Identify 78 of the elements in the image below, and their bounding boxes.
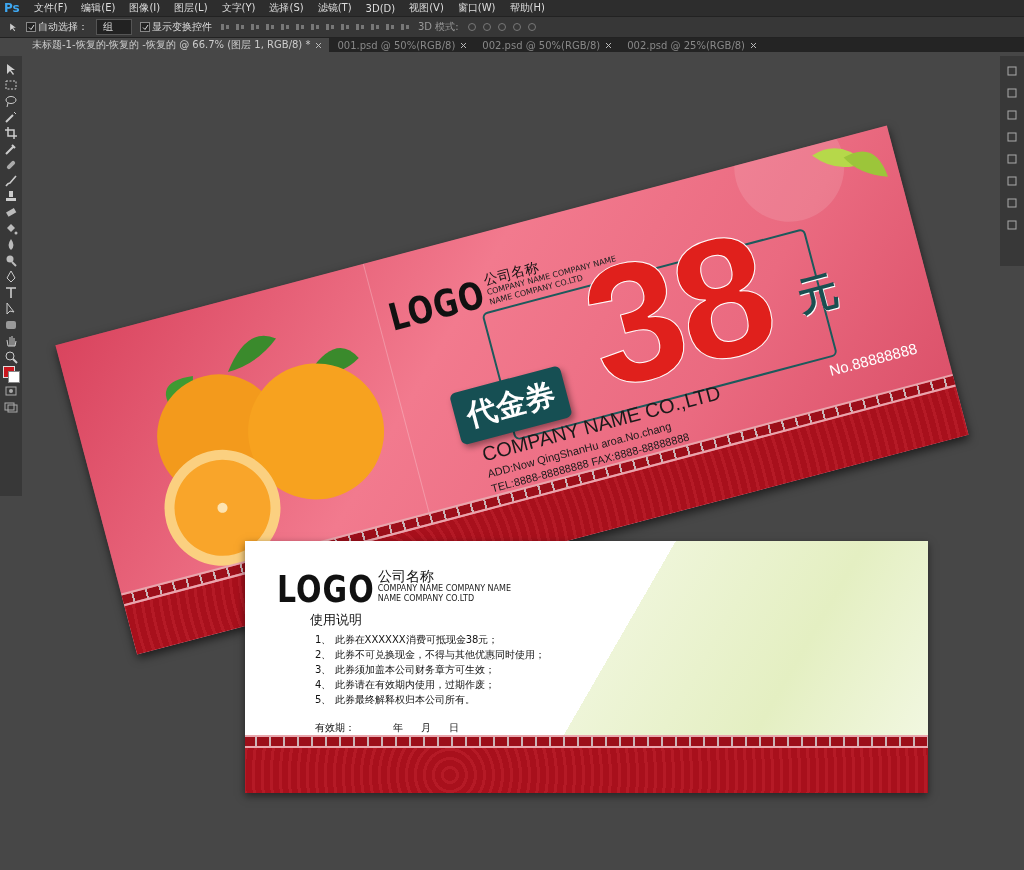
3d-control-icon[interactable]: [511, 22, 522, 32]
document-tab[interactable]: 001.psd @ 50%(RGB/8): [329, 38, 475, 52]
menu-item[interactable]: 图像(I): [129, 1, 161, 15]
checkbox[interactable]: [26, 22, 36, 32]
document-tab[interactable]: 002.psd @ 50%(RGB/8): [474, 38, 620, 52]
company-name: 公司名称: [377, 569, 435, 584]
brush-tool-icon[interactable]: [4, 174, 18, 188]
align-icon[interactable]: [385, 22, 395, 32]
wand-tool-icon[interactable]: [4, 110, 18, 124]
pointer-tool-icon[interactable]: [4, 302, 18, 316]
color-swatches[interactable]: [3, 366, 19, 382]
close-icon[interactable]: [461, 42, 467, 48]
quick-mask-icon[interactable]: [4, 384, 18, 398]
screen-mode-icon[interactable]: [4, 400, 18, 414]
instruction-line: 4、 此券请在有效期内使用，过期作废；: [315, 678, 496, 692]
checkbox-label: 自动选择：: [38, 20, 88, 34]
menu-item[interactable]: 图层(L): [174, 1, 208, 15]
align-icon[interactable]: [220, 22, 230, 32]
align-icon[interactable]: [400, 22, 410, 32]
menu-item[interactable]: 文字(Y): [221, 1, 256, 15]
align-icon[interactable]: [370, 22, 380, 32]
dodge-tool-icon[interactable]: [4, 254, 18, 268]
3d-control-icon[interactable]: [466, 22, 477, 32]
document-tab[interactable]: 002.psd @ 25%(RGB/8): [619, 38, 765, 52]
logo-text: LOGO: [277, 569, 375, 608]
close-icon[interactable]: [606, 42, 612, 48]
align-icon[interactable]: [355, 22, 365, 32]
marquee-tool-icon[interactable]: [4, 78, 18, 92]
company-subtitle: NAME COMPANY CO.LTD: [377, 594, 476, 604]
crop-tool-icon[interactable]: [4, 126, 18, 140]
align-icon[interactable]: [280, 22, 290, 32]
close-icon[interactable]: [316, 42, 322, 48]
align-icon[interactable]: [340, 22, 350, 32]
3d-control-icon[interactable]: [496, 22, 507, 32]
menu-item[interactable]: 编辑(E): [81, 1, 116, 15]
validity-label: 有效期：: [315, 721, 355, 735]
3d-control-icon[interactable]: [481, 22, 492, 32]
zoom-tool-icon[interactable]: [4, 350, 18, 364]
move-tool-icon[interactable]: [8, 22, 18, 32]
menu-item[interactable]: 窗口(W): [457, 1, 496, 15]
stamp-tool-icon[interactable]: [4, 190, 18, 204]
checkbox-label: 显示变换控件: [152, 20, 212, 34]
month-label: 月: [421, 721, 431, 735]
app-logo: Ps: [4, 1, 20, 15]
align-icon[interactable]: [250, 22, 260, 32]
menu-item[interactable]: 文件(F): [33, 1, 68, 15]
menu-item[interactable]: 视图(V): [409, 1, 444, 15]
eyedropper-tool-icon[interactable]: [4, 142, 18, 156]
checkbox[interactable]: [140, 22, 150, 32]
instruction-line: 5、 此券最终解释权归本公司所有。: [315, 693, 476, 707]
type-tool-icon[interactable]: [4, 286, 18, 300]
menu-item[interactable]: 滤镜(T): [317, 1, 352, 15]
align-icon[interactable]: [325, 22, 335, 32]
lasso-tool-icon[interactable]: [4, 94, 18, 108]
instruction-line: 2、 此券不可兑换现金，不得与其他优惠同时使用；: [315, 648, 545, 662]
rectangle-tool-icon[interactable]: [4, 318, 18, 332]
menu-item[interactable]: 帮助(H): [509, 1, 545, 15]
day-label: 日: [449, 721, 459, 735]
close-icon[interactable]: [751, 42, 757, 48]
3d-control-icon[interactable]: [526, 22, 537, 32]
menu-item[interactable]: 3D(D): [365, 2, 396, 14]
menu-item[interactable]: 选择(S): [269, 1, 304, 15]
pen-tool-icon[interactable]: [4, 270, 18, 284]
company-subtitle: COMPANY NAME COMPANY NAME: [377, 584, 512, 594]
align-icon[interactable]: [310, 22, 320, 32]
dropdown[interactable]: 组: [96, 19, 132, 35]
align-icon[interactable]: [265, 22, 275, 32]
instructions-title: 使用说明: [310, 611, 362, 629]
year-label: 年: [393, 721, 403, 735]
instruction-line: 1、 此券在XXXXXX消费可抵现金38元；: [315, 633, 500, 647]
eraser-tool-icon[interactable]: [4, 206, 18, 220]
mode-label: 3D 模式:: [418, 20, 459, 34]
hand-tool-icon[interactable]: [4, 334, 18, 348]
align-icon[interactable]: [295, 22, 305, 32]
align-icon[interactable]: [235, 22, 245, 32]
currency-unit: 元: [791, 265, 844, 324]
instruction-line: 3、 此券须加盖本公司财务章方可生效；: [315, 663, 496, 677]
document-tab[interactable]: 未标题-1-恢复的-恢复的 -恢复的 @ 66.7% (图层 1, RGB/8) *: [24, 38, 330, 52]
